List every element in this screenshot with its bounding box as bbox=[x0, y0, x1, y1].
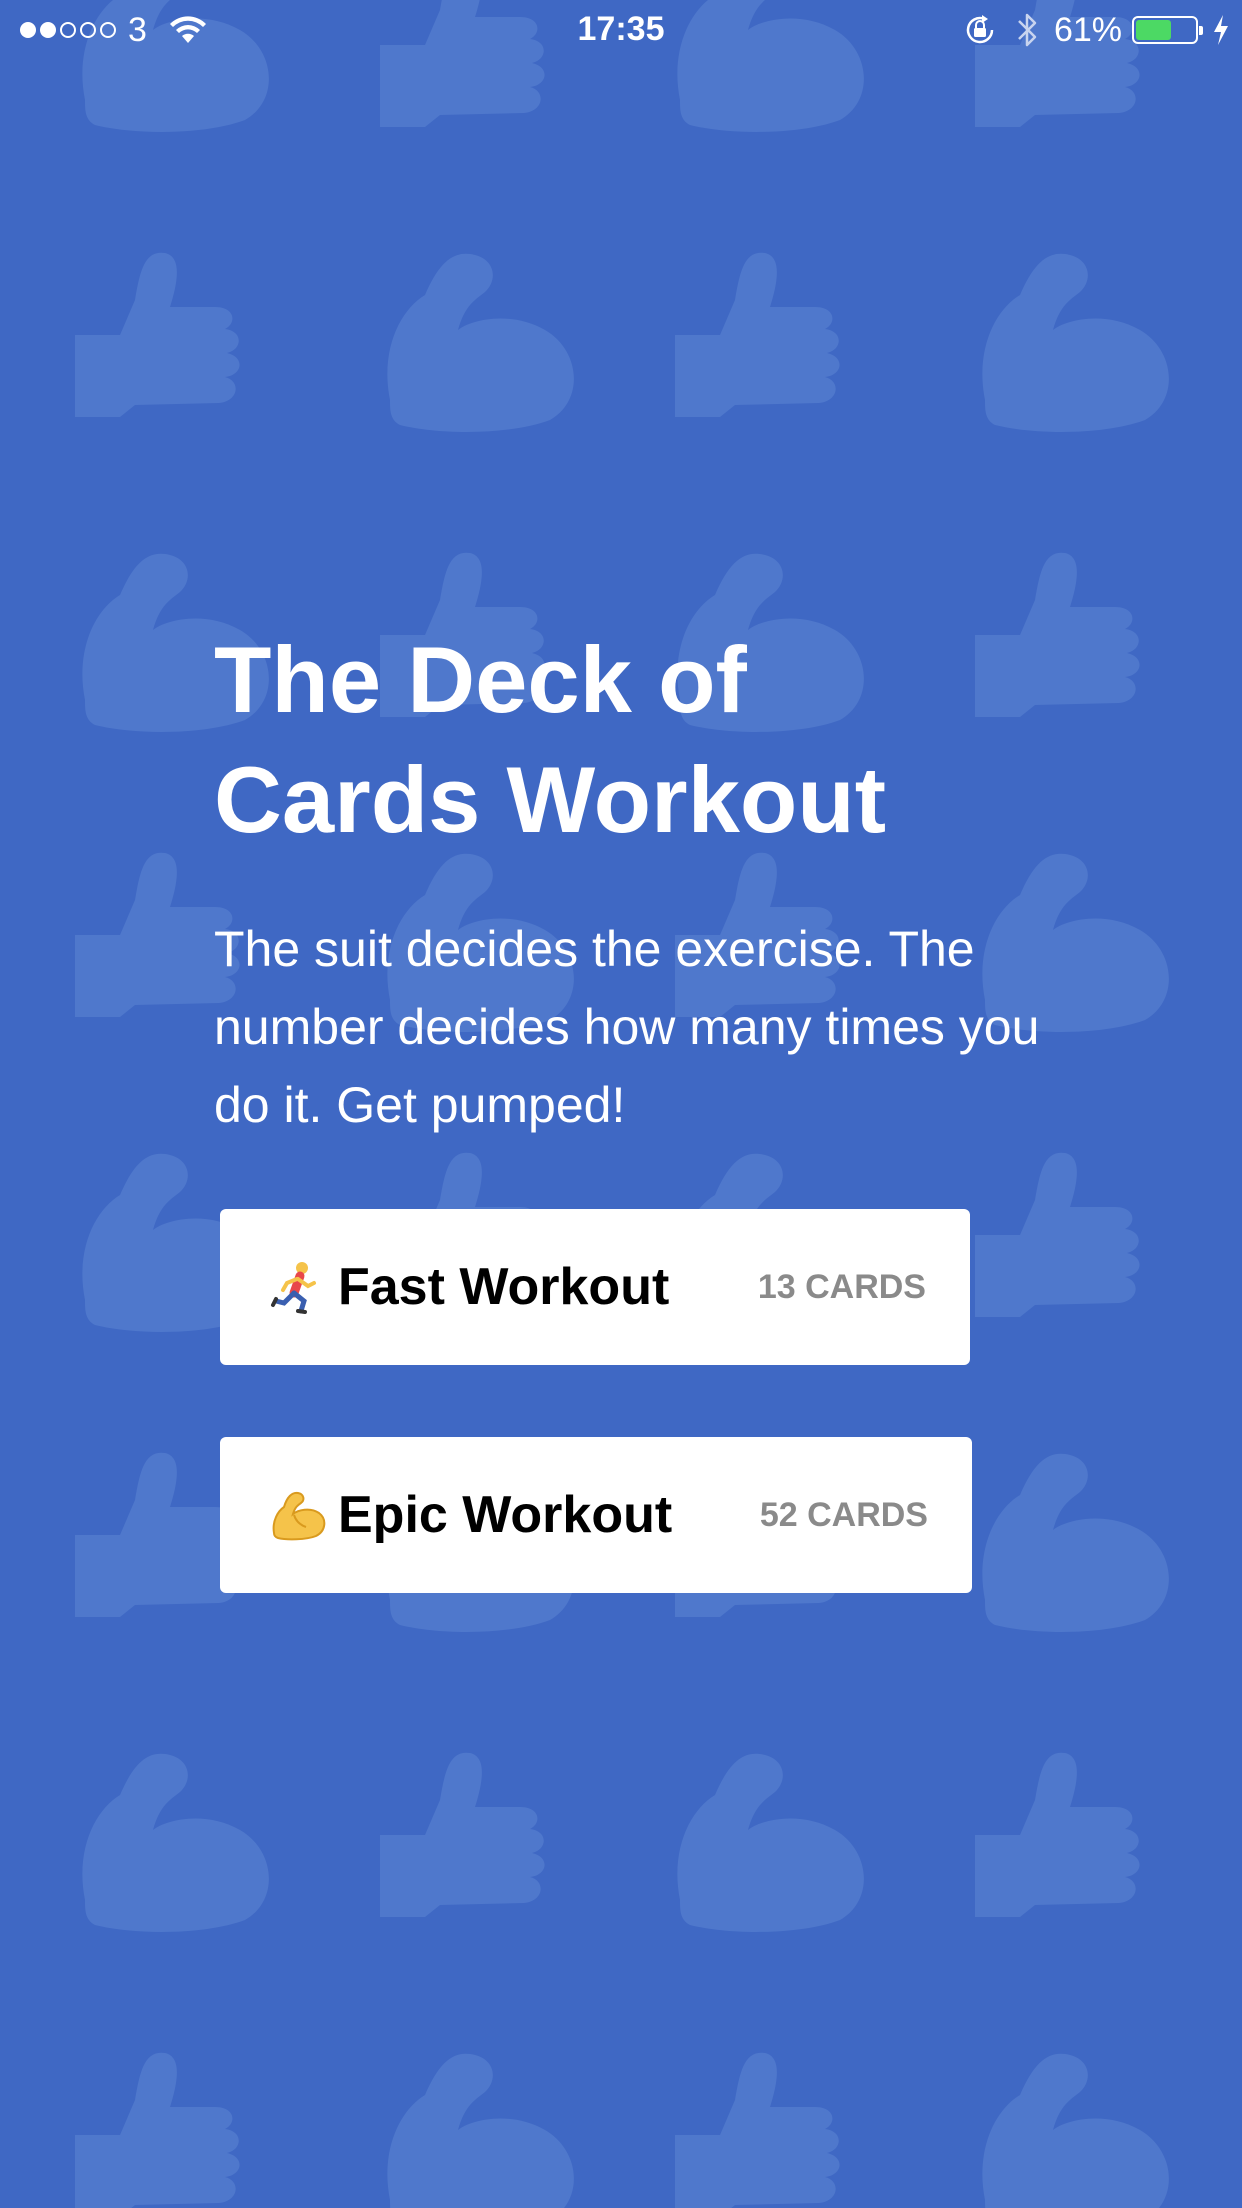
battery-icon bbox=[1132, 16, 1203, 44]
page-title: The Deck of Cards Workout bbox=[214, 620, 1114, 860]
fast-workout-button[interactable]: Fast Workout 13 CARDS bbox=[220, 1209, 970, 1365]
charging-bolt-icon bbox=[1214, 15, 1228, 45]
flexed-biceps-icon bbox=[272, 1491, 326, 1541]
epic-workout-button[interactable]: Epic Workout 52 CARDS bbox=[220, 1437, 972, 1593]
page-description: The suit decides the exercise. The numbe… bbox=[214, 921, 1040, 1133]
battery-nub bbox=[1199, 26, 1203, 35]
status-right: 61% bbox=[962, 10, 1230, 50]
fast-workout-label: Fast Workout bbox=[338, 1258, 670, 1316]
fast-workout-card-count: 13 CARDS bbox=[757, 1267, 926, 1306]
status-bar: 3 17:35 61% bbox=[0, 0, 1242, 60]
epic-workout-card-count: 52 CARDS bbox=[759, 1495, 928, 1534]
runner-icon bbox=[271, 1262, 316, 1314]
page-title-line-2: Cards Workout bbox=[214, 747, 886, 852]
battery-percent: 61% bbox=[1053, 10, 1122, 49]
page-title-line-1: The Deck of bbox=[214, 627, 747, 732]
battery-level-fill bbox=[1136, 20, 1172, 40]
epic-workout-label: Epic Workout bbox=[338, 1486, 673, 1544]
bluetooth-icon bbox=[1018, 13, 1037, 47]
rotation-lock-icon bbox=[966, 15, 994, 44]
main-content: The Deck of Cards Workout The suit decid… bbox=[0, 0, 1242, 2208]
